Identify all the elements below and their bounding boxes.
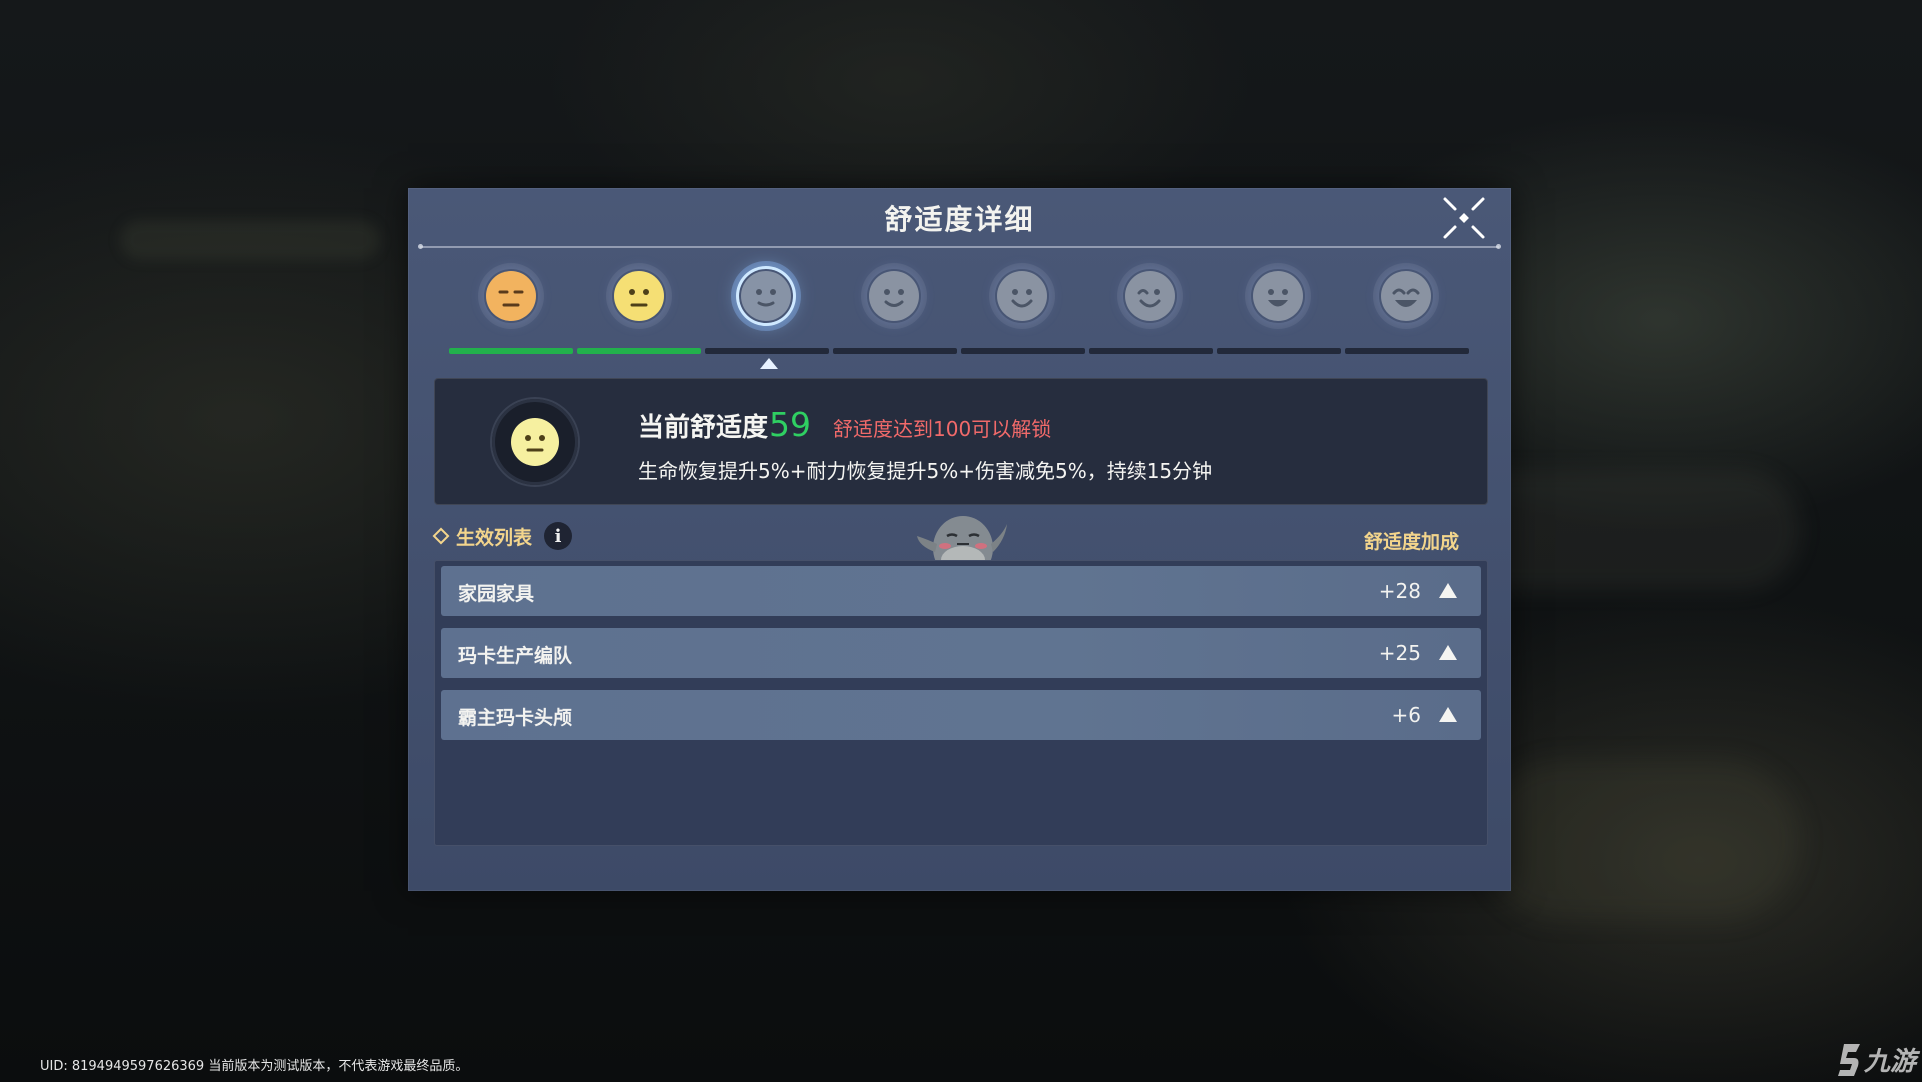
list-item-value: +6 [1391, 703, 1421, 727]
effective-list-title: 生效列表 [456, 526, 533, 549]
comfort-summary: 当前舒适度 59 舒适度达到100可以解锁 [638, 405, 1051, 444]
stage-progress-segment [577, 348, 701, 354]
triangle-up-icon[interactable] [1439, 583, 1457, 598]
list-item-label: 霸主玛卡头颅 [458, 707, 573, 729]
stage-progress-segment [1089, 348, 1213, 354]
list-item-label: 家园家具 [458, 583, 535, 605]
jiuyou-watermark-logo: 九游 [1838, 1044, 1921, 1077]
comfort-effect-text: 生命恢复提升5%+耐力恢复提升5%+伤害减免5%，持续15分钟 [638, 459, 1213, 483]
stage-face-4-icon [867, 269, 921, 323]
comfort-bonus-header: 舒适度加成 [1363, 531, 1459, 553]
current-comfort-box: 当前舒适度 59 舒适度达到100可以解锁 生命恢复提升5%+耐力恢复提升5%+… [434, 378, 1488, 505]
stage-face-1-icon [484, 269, 538, 323]
list-item[interactable]: 家园家具 +28 [441, 566, 1481, 616]
uid-version-notice: UID: 8194949597626369 当前版本为测试版本，不代表游戏最终品… [40, 1059, 469, 1074]
triangle-up-icon[interactable] [1439, 645, 1457, 660]
list-item-value: +25 [1378, 641, 1421, 665]
triangle-up-icon[interactable] [1439, 707, 1457, 722]
neutral-face-icon [511, 418, 559, 466]
current-comfort-face [492, 399, 578, 485]
list-item[interactable]: 玛卡生产编队 +25 [441, 628, 1481, 678]
watermark-text: 九游 [1863, 1047, 1921, 1077]
comfort-detail-panel: 舒适度详细 当前舒适度 59 舒适度达到100可以解锁 生命恢复提升5%+耐力恢… [408, 188, 1511, 891]
diamond-icon [432, 527, 450, 545]
unlock-hint: 舒适度达到100可以解锁 [833, 417, 1052, 441]
list-item[interactable]: 霸主玛卡头颅 +6 [441, 690, 1481, 740]
stage-progress-segment [449, 348, 573, 354]
list-item-label: 玛卡生产编队 [458, 645, 573, 667]
comfort-value: 59 [769, 405, 812, 444]
stage-progress-segment [833, 348, 957, 354]
list-item-value: +28 [1378, 579, 1421, 603]
stage-face-5-icon [995, 269, 1049, 323]
title-divider [418, 244, 1501, 249]
effective-list: 家园家具 +28 玛卡生产编队 +25 霸主玛卡头颅 +6 [434, 560, 1488, 846]
comfort-label: 当前舒适度 [638, 413, 769, 443]
close-x-icon [1443, 197, 1485, 239]
stage-face-6-icon [1123, 269, 1177, 323]
stage-face-8-icon [1379, 269, 1433, 323]
stage-progress-segment [1217, 348, 1341, 354]
panel-title: 舒适度详细 [884, 203, 1035, 236]
stage-progress-segment [705, 348, 829, 354]
effective-list-header: 生效列表 i [432, 522, 573, 550]
stage-progress-segment [1345, 348, 1469, 354]
stage-face-2-icon [612, 269, 666, 323]
info-icon[interactable]: i [544, 522, 573, 550]
stage-face-3-icon [739, 269, 793, 323]
close-button[interactable] [1439, 193, 1489, 243]
stage-progress-segment [961, 348, 1085, 354]
current-stage-marker-icon [760, 358, 778, 369]
stage-face-7-icon [1251, 269, 1305, 323]
